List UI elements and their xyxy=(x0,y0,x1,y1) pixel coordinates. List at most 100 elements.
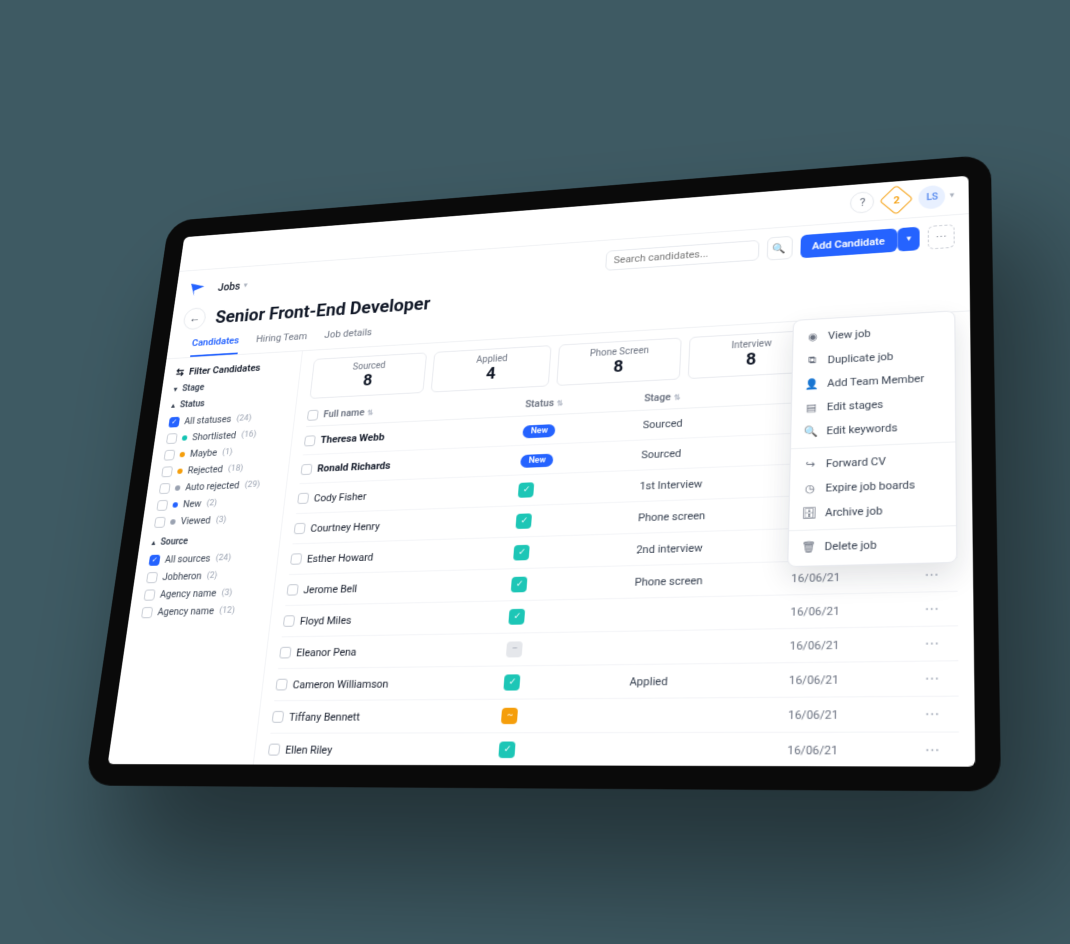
dropdown-item[interactable]: 🗑 Delete job xyxy=(788,530,956,560)
avatar: LS xyxy=(919,185,946,210)
row-status: ~ xyxy=(501,707,628,724)
arrow-left-icon: ← xyxy=(188,312,201,326)
row-status: ✓ xyxy=(518,478,640,498)
filter-source-item[interactable]: Agency name(12) xyxy=(141,601,264,621)
row-more-button[interactable]: ⋯ xyxy=(925,706,959,722)
table-row[interactable]: Cameron Williamson ✓ Applied 16/06/21 ⋯ xyxy=(274,661,958,701)
search-input[interactable] xyxy=(613,245,750,266)
sort-icon: ⇅ xyxy=(674,393,681,402)
filter-item-count: (2) xyxy=(206,498,218,508)
filter-item-label: Rejected xyxy=(187,463,224,476)
row-checkbox[interactable] xyxy=(268,744,281,756)
row-more-button[interactable]: ⋯ xyxy=(925,601,958,617)
stage-card[interactable]: Sourced 8 xyxy=(309,352,427,398)
checkbox[interactable] xyxy=(156,499,168,510)
table-row[interactable]: Tiffany Bennett ~ 16/06/21 ⋯ xyxy=(270,697,958,734)
checkbox[interactable] xyxy=(161,466,173,477)
row-status: – xyxy=(506,640,631,658)
tab-candidates[interactable]: Candidates xyxy=(190,335,240,357)
row-checkbox[interactable] xyxy=(279,647,291,659)
search-button[interactable]: 🔍 xyxy=(766,236,792,261)
select-all-checkbox[interactable] xyxy=(307,409,319,420)
add-candidate-caret[interactable]: ▾ xyxy=(897,227,920,252)
row-stage: Sourced xyxy=(642,412,794,431)
tab-job-details[interactable]: Job details xyxy=(323,326,373,349)
row-more-button[interactable]: ⋯ xyxy=(925,635,959,651)
row-status: ✓ xyxy=(511,574,635,593)
row-status: ✓ xyxy=(509,607,634,625)
checkbox[interactable] xyxy=(144,589,156,600)
row-stage: Phone screen xyxy=(634,572,791,589)
row-date: 16/06/21 xyxy=(790,602,924,618)
status-dot-icon xyxy=(170,519,176,525)
dropdown-item-label: Delete job xyxy=(824,539,876,554)
row-date: 16/06/21 xyxy=(789,672,925,687)
status-check-icon: ✓ xyxy=(518,482,534,498)
chevron-up-icon: ▴ xyxy=(171,402,175,410)
row-more-button[interactable]: ⋯ xyxy=(925,742,959,759)
row-checkbox[interactable] xyxy=(304,435,316,446)
dropdown-item[interactable]: 🗄 Archive job xyxy=(789,496,956,526)
chevron-down-icon: ▾ xyxy=(907,234,912,243)
back-button[interactable]: ← xyxy=(182,307,207,330)
row-checkbox[interactable] xyxy=(275,679,287,691)
filter-item-label: All statuses xyxy=(184,413,232,427)
col-status[interactable]: Status⇅ xyxy=(525,392,645,410)
checkbox[interactable] xyxy=(166,433,178,444)
checkbox[interactable] xyxy=(164,449,176,460)
checkbox[interactable]: ✓ xyxy=(149,554,161,565)
row-stage xyxy=(628,715,788,716)
source-label: Source xyxy=(160,537,189,548)
checkbox[interactable]: ✓ xyxy=(168,416,180,427)
status-dot-icon xyxy=(182,435,188,440)
col-name[interactable]: Full name⇅ xyxy=(323,398,526,420)
row-checkbox[interactable] xyxy=(290,553,302,564)
nav-jobs[interactable]: Jobs ▾ xyxy=(217,280,248,294)
status-list: ✓All statuses(24)Shortlisted(16)Maybe(1)… xyxy=(154,408,287,531)
user-menu[interactable]: LS ▾ xyxy=(919,184,954,210)
col-stage-label: Stage xyxy=(644,391,671,404)
row-stage: 2nd interview xyxy=(636,539,792,556)
row-checkbox[interactable] xyxy=(272,711,285,723)
checkbox[interactable] xyxy=(141,606,153,617)
checkbox[interactable] xyxy=(159,483,171,494)
checkbox[interactable] xyxy=(154,516,166,527)
filter-item-label: Maybe xyxy=(189,447,217,460)
add-candidate-button[interactable]: Add Candidate xyxy=(800,228,897,258)
sort-icon: ⇅ xyxy=(556,399,563,408)
more-icon: ⋯ xyxy=(936,231,947,244)
row-more-button[interactable]: ⋯ xyxy=(925,670,959,686)
filter-item-label: New xyxy=(182,498,202,510)
nav-jobs-label: Jobs xyxy=(217,280,241,293)
row-checkbox[interactable] xyxy=(297,493,309,504)
filter-status-item[interactable]: Viewed(3) xyxy=(154,509,275,530)
stage-card[interactable]: Applied 4 xyxy=(431,345,552,392)
col-status-label: Status xyxy=(525,397,555,410)
col-stage[interactable]: Stage⇅ xyxy=(644,385,796,405)
row-checkbox[interactable] xyxy=(294,523,306,534)
row-checkbox[interactable] xyxy=(301,463,313,474)
help-button[interactable]: ? xyxy=(850,191,874,214)
person-icon: 👤 xyxy=(805,378,820,391)
row-date: 16/06/21 xyxy=(789,637,924,652)
notification-badge[interactable]: 2 xyxy=(885,188,909,211)
chevron-down-icon: ▾ xyxy=(243,281,248,290)
chevron-up-icon: ▴ xyxy=(151,539,156,547)
more-actions-button[interactable]: ⋯ xyxy=(928,224,955,249)
chevron-down-icon: ▾ xyxy=(173,385,177,393)
table-row[interactable]: Ellen Riley ✓ 16/06/21 ⋯ xyxy=(267,733,960,767)
filter-section-stage[interactable]: ▾ Stage xyxy=(173,378,290,394)
checkbox[interactable] xyxy=(146,572,158,583)
filter-item-label: Shortlisted xyxy=(192,429,237,442)
stage-card[interactable]: Phone Screen 8 xyxy=(557,338,682,386)
row-more-button[interactable]: ⋯ xyxy=(924,566,957,582)
row-checkbox[interactable] xyxy=(287,584,299,596)
row-date: 16/06/21 xyxy=(787,743,925,757)
tab-hiring-team[interactable]: Hiring Team xyxy=(254,331,307,354)
dropdown-item-label: Edit keywords xyxy=(826,422,897,438)
filter-section-source[interactable]: ▴ Source xyxy=(151,534,271,548)
row-stage xyxy=(631,646,789,648)
help-icon: ? xyxy=(860,196,866,209)
row-checkbox[interactable] xyxy=(283,615,295,627)
row-stage: Applied xyxy=(629,673,789,688)
